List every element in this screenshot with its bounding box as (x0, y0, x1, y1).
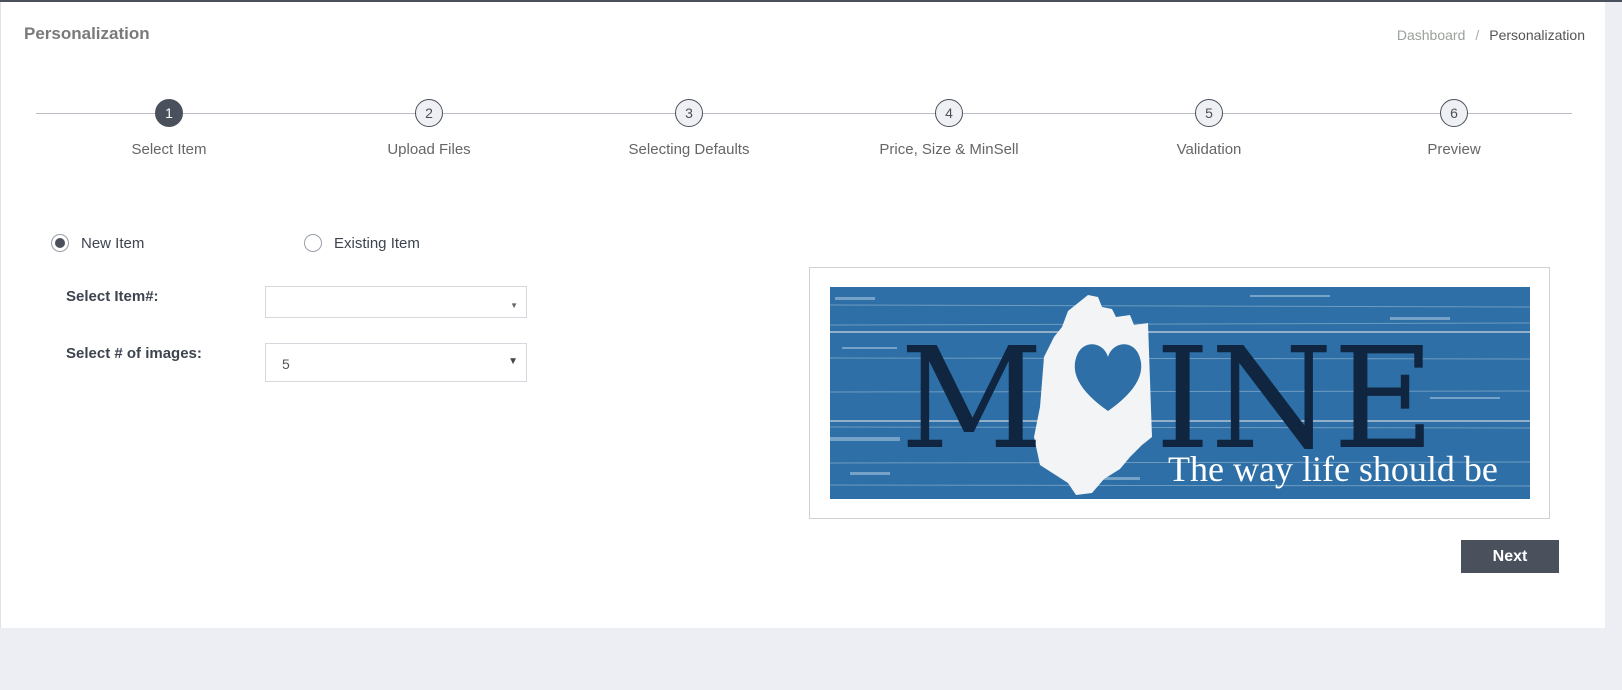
step-label: Upload Files (387, 141, 471, 158)
sign-tagline: The way life should be (1168, 449, 1498, 489)
step-number: 4 (935, 99, 963, 127)
step-upload-files[interactable]: 2 Upload Files (329, 99, 529, 158)
step-validation[interactable]: 5 Validation (1109, 99, 1309, 158)
radio-selected-dot (55, 238, 65, 248)
existing-item-radio[interactable]: Existing Item (304, 234, 420, 252)
step-number: 5 (1195, 99, 1223, 127)
step-number: 6 (1440, 99, 1468, 127)
select-images-dropdown[interactable]: 5 ▼ (265, 343, 527, 382)
step-label: Price, Size & MinSell (879, 141, 1019, 158)
next-button[interactable]: Next (1461, 540, 1559, 573)
step-select-item[interactable]: 1 Select Item (69, 99, 269, 158)
step-preview[interactable]: 6 Preview (1354, 99, 1554, 158)
step-label: Preview (1427, 141, 1481, 158)
item-preview-frame: M INE The way life should be (809, 267, 1550, 519)
chevron-down-icon: ▼ (510, 301, 518, 310)
item-preview-image: M INE The way life should be (830, 287, 1530, 499)
existing-item-label: Existing Item (334, 234, 420, 252)
new-item-label: New Item (81, 234, 145, 252)
page-title: Personalization (24, 24, 150, 43)
select-item-dropdown[interactable]: ▼ (265, 286, 527, 318)
step-number: 3 (675, 99, 703, 127)
radio-button[interactable] (51, 234, 69, 252)
select-item-label: Select Item#: (66, 288, 159, 305)
select-images-label: Select # of images: (66, 345, 202, 362)
select-images-value: 5 (282, 356, 290, 372)
step-price-size-minsell[interactable]: 4 Price, Size & MinSell (849, 99, 1049, 158)
new-item-radio[interactable]: New Item (51, 234, 144, 252)
main-panel: Personalization Dashboard / Personalizat… (0, 2, 1605, 628)
step-number: 1 (155, 99, 183, 127)
step-label: Validation (1176, 141, 1242, 158)
breadcrumb-separator: / (1475, 27, 1480, 43)
chevron-down-icon: ▼ (508, 356, 518, 367)
step-selecting-defaults[interactable]: 3 Selecting Defaults (589, 99, 789, 158)
radio-button[interactable] (304, 234, 322, 252)
breadcrumb: Dashboard / Personalization (1397, 27, 1585, 43)
step-number: 2 (415, 99, 443, 127)
breadcrumb-dashboard-link[interactable]: Dashboard (1397, 27, 1466, 43)
step-label: Select Item (131, 141, 207, 158)
breadcrumb-current: Personalization (1489, 27, 1585, 43)
step-label: Selecting Defaults (628, 141, 750, 158)
sign-letter-m: M (900, 318, 1043, 481)
